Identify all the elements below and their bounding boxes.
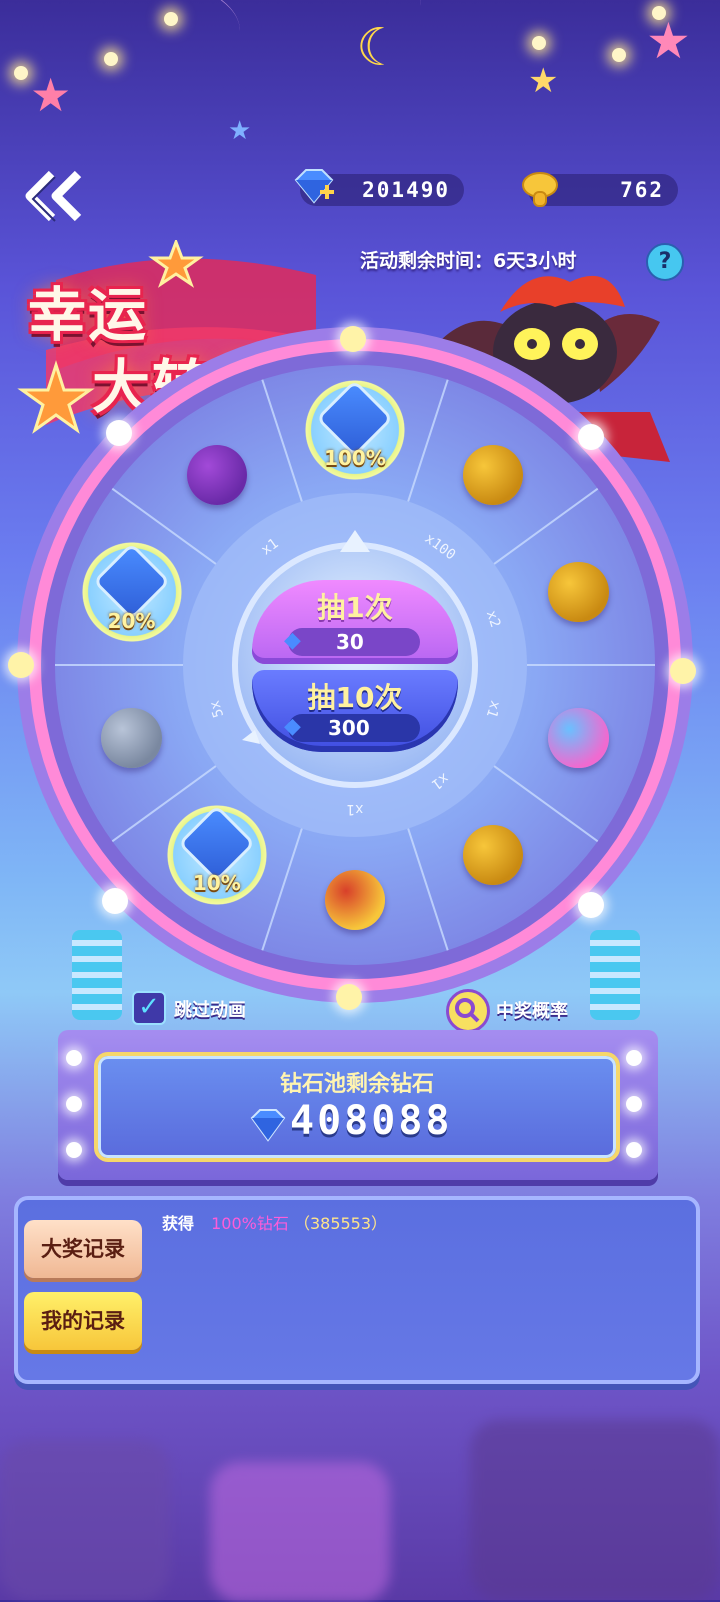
diamond-icon: [294, 169, 334, 204]
stone-mushroom-icon: [101, 707, 162, 768]
panel-light: [66, 1050, 82, 1066]
background-decoration: [0, 1440, 170, 1600]
panel-light: [626, 1096, 642, 1112]
diamond-balance: 201490: [294, 169, 464, 206]
draw-once-label: 抽1次: [317, 591, 393, 624]
wheel-segment: 20%: [75, 536, 188, 649]
tab-grand-prize-records[interactable]: 大奖记录: [24, 1220, 142, 1278]
draw-once-cost: 30: [336, 630, 364, 654]
wheel-segment: [535, 695, 621, 781]
segment-badge: 10%: [192, 871, 241, 896]
rainbow-portal-icon: [548, 707, 609, 768]
diamond-icon: ◆: [284, 714, 301, 739]
rim-light: [106, 420, 132, 446]
rim-light: [578, 424, 604, 450]
golden-mystery-egg-icon: [463, 825, 524, 886]
golden-mushroom-icon: [522, 172, 558, 207]
back-button[interactable]: [22, 168, 86, 224]
rim-light: [340, 326, 366, 352]
panel-light: [626, 1142, 642, 1158]
draw-ten-cost-pill: ◆ 300: [284, 714, 420, 742]
light-bulb: [104, 52, 118, 66]
light-bulb: [14, 66, 28, 80]
star-icon: ★: [30, 68, 72, 122]
mushroom-count: 762: [620, 178, 664, 202]
wheel-segment: [89, 695, 175, 781]
light-bulb: [612, 48, 626, 62]
rim-light: [336, 984, 362, 1010]
checkbox-checked-icon[interactable]: ✓: [132, 991, 166, 1025]
rim-light: [670, 658, 696, 684]
stand-spring-left: [72, 930, 122, 1020]
wheel-segment: [312, 857, 398, 943]
record-prefix: 获得: [162, 1214, 195, 1233]
rim-light: [102, 888, 128, 914]
tab-my-records[interactable]: 我的记录: [24, 1292, 142, 1350]
pool-label: 钻石池剩余钻石: [279, 1072, 434, 1097]
diamond-pile-icon: 20%: [75, 536, 188, 649]
record-item: 100%钻石: [211, 1214, 289, 1233]
double-chevron-left-icon: [25, 170, 82, 222]
mushroom-balance: 762: [522, 172, 678, 207]
gold-coins-icon: [463, 444, 524, 505]
star-icon: ★: [228, 116, 252, 146]
background-gift-box: [210, 1462, 390, 1602]
draw-once-button[interactable]: 抽1次 ◆ 30: [252, 580, 458, 664]
stand-spring-right: [590, 930, 640, 1020]
draw-ten-cost: 300: [328, 716, 370, 740]
rim-light: [578, 892, 604, 918]
panel-light: [66, 1142, 82, 1158]
rim-light: [8, 652, 34, 678]
pool-value: 408088: [290, 1098, 453, 1144]
wheel-segment: [450, 432, 536, 518]
star-icon: ★: [528, 61, 559, 101]
wheel-segment: 10%: [160, 799, 273, 912]
wheel-segment: [450, 812, 536, 898]
mystery-orb-icon: [186, 444, 247, 505]
draw-once-cost-pill: ◆ 30: [284, 628, 420, 656]
segment-count: x1: [346, 801, 364, 817]
golden-mushroom-icon: [548, 562, 609, 623]
light-bulb: [532, 36, 546, 50]
record-entry: 获得 100%钻石 （385553）: [162, 1210, 387, 1234]
background-decoration: [470, 1420, 720, 1600]
skip-animation-label: 跳过动画: [174, 1000, 246, 1021]
treasure-chest-icon: [324, 869, 386, 931]
wheel-segment: 100%: [299, 374, 411, 486]
diamond-count: 201490: [362, 178, 450, 202]
panel-light: [66, 1096, 82, 1112]
win-odds-label: 中奖概率: [496, 1001, 568, 1022]
record-amount: （385553）: [293, 1214, 388, 1233]
magnifier-icon: [446, 989, 490, 1033]
draw-ten-button[interactable]: 抽10次 ◆ 300: [252, 670, 458, 752]
star-icon: ★: [646, 12, 691, 70]
diamond-pile-icon: 10%: [160, 799, 273, 912]
diamond-icon: ◆: [284, 628, 301, 653]
segment-badge: 100%: [324, 446, 386, 471]
light-bulb: [164, 12, 178, 26]
wheel-segment: [535, 549, 621, 635]
panel-light: [626, 1050, 642, 1066]
segment-badge: 20%: [107, 608, 156, 633]
diamond-pile-icon: 100%: [299, 374, 411, 486]
wheel-segment: [174, 432, 260, 518]
diamond-icon: [250, 1109, 286, 1142]
draw-ten-label: 抽10次: [307, 681, 403, 714]
moon-icon: ☾: [356, 18, 403, 78]
diamond-pool: 钻石池剩余钻石 408088: [94, 1052, 620, 1162]
